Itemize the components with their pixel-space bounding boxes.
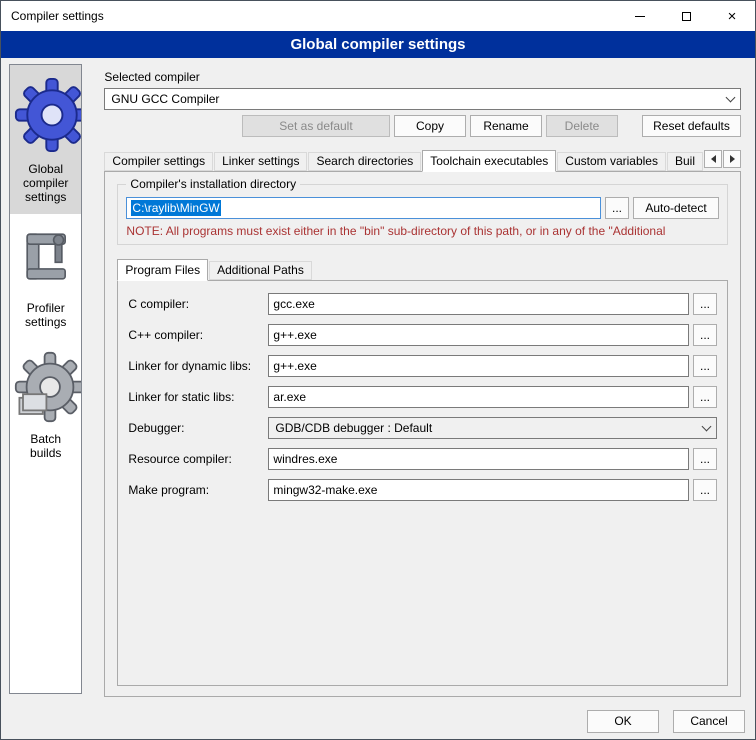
browse-button[interactable]: ... [693,355,717,377]
debugger-value: GDB/CDB debugger : Default [275,421,432,435]
autodetect-button[interactable]: Auto-detect [633,197,719,219]
gray-gear-icon [14,351,82,423]
tab-search-directories[interactable]: Search directories [308,152,421,171]
minimize-icon [635,16,645,17]
c-compiler-input[interactable] [268,293,689,315]
selected-compiler-dropdown[interactable]: GNU GCC Compiler [104,88,741,110]
copy-button[interactable]: Copy [394,115,466,137]
installation-directory-groupbox: Compiler's installation directory C:\ray… [117,184,728,245]
form-row-debugger: Debugger: GDB/CDB debugger : Default [128,417,717,439]
tab-linker-settings[interactable]: Linker settings [214,152,307,171]
maximize-button[interactable] [663,1,709,31]
minimize-button[interactable] [617,1,663,31]
cpp-compiler-input[interactable] [268,324,689,346]
arrow-left-icon [711,155,716,163]
form-row-linker-static: Linker for static libs: ... [128,386,717,408]
sidebar-item-label: Global compiler settings [14,162,77,204]
form-row-linker-dynamic: Linker for dynamic libs: ... [128,355,717,377]
toolchain-executables-pane: Compiler's installation directory C:\ray… [104,171,741,697]
subtab-program-files[interactable]: Program Files [117,259,208,281]
resource-compiler-label: Resource compiler: [128,452,268,466]
browse-button[interactable]: ... [693,479,717,501]
settings-sidebar: Global compiler settings Profiler settin… [9,64,82,694]
page-title: Global compiler settings [1,31,755,58]
compiler-settings-window: Compiler settings × Global compiler sett… [0,0,756,740]
resource-compiler-input[interactable] [268,448,689,470]
rename-button[interactable]: Rename [470,115,542,137]
titlebar: Compiler settings × [1,1,755,31]
selected-compiler-label: Selected compiler [104,70,741,84]
browse-button[interactable]: ... [693,448,717,470]
install-dir-value: C:\raylib\MinGW [131,200,220,216]
c-compiler-label: C compiler: [128,297,268,311]
program-files-tabs: Program Files Additional Paths [117,259,728,280]
browse-install-dir-button[interactable]: ... [605,197,629,219]
form-row-c-compiler: C compiler: ... [128,293,717,315]
make-program-label: Make program: [128,483,268,497]
form-row-cpp-compiler: C++ compiler: ... [128,324,717,346]
linker-static-label: Linker for static libs: [128,390,268,404]
debugger-dropdown[interactable]: GDB/CDB debugger : Default [268,417,717,439]
chevron-down-icon [720,89,740,109]
chevron-down-icon [696,418,716,438]
tab-scroll-left-button[interactable] [704,150,722,168]
form-row-resource-compiler: Resource compiler: ... [128,448,717,470]
subtab-additional-paths[interactable]: Additional Paths [209,261,312,280]
maximize-icon [682,12,691,21]
compiler-tabs: Compiler settings Linker settings Search… [104,149,741,171]
selected-compiler-value: GNU GCC Compiler [111,92,219,106]
sidebar-item-global-compiler-settings[interactable]: Global compiler settings [10,65,81,214]
form-row-make-program: Make program: ... [128,479,717,501]
tab-scroll-right-button[interactable] [723,150,741,168]
tab-toolchain-executables[interactable]: Toolchain executables [422,150,556,172]
delete-button[interactable]: Delete [546,115,618,137]
browse-button[interactable]: ... [693,324,717,346]
ok-button[interactable]: OK [587,710,659,733]
close-button[interactable]: × [709,1,755,31]
sidebar-item-label: Profiler settings [14,301,77,329]
close-icon: × [728,9,737,24]
dialog-footer: OK Cancel [1,703,755,739]
browse-button[interactable]: ... [693,293,717,315]
note-text: NOTE: All programs must exist either in … [126,224,719,238]
linker-dynamic-label: Linker for dynamic libs: [128,359,268,373]
window-title: Compiler settings [1,9,104,23]
browse-button[interactable]: ... [693,386,717,408]
tab-custom-variables[interactable]: Custom variables [557,152,666,171]
reset-defaults-button[interactable]: Reset defaults [642,115,741,137]
make-program-input[interactable] [268,479,689,501]
sidebar-item-profiler-settings[interactable]: Profiler settings [10,214,81,339]
linker-dynamic-input[interactable] [268,355,689,377]
install-dir-input[interactable]: C:\raylib\MinGW [126,197,601,219]
program-files-pane: C compiler: ... C++ compiler: ... [117,280,728,686]
cancel-button[interactable]: Cancel [673,710,745,733]
blue-gear-icon [14,77,82,153]
cpp-compiler-label: C++ compiler: [128,328,268,342]
set-as-default-button[interactable]: Set as default [242,115,390,137]
sidebar-item-label: Batch builds [14,432,77,460]
sidebar-item-batch-builds[interactable]: Batch builds [10,339,81,470]
linker-static-input[interactable] [268,386,689,408]
debugger-label: Debugger: [128,421,268,435]
tab-build-truncated[interactable]: Buil [667,152,703,171]
arrow-right-icon [730,155,735,163]
clamp-icon [14,226,80,292]
installation-directory-label: Compiler's installation directory [126,177,300,191]
tab-compiler-settings[interactable]: Compiler settings [104,152,213,171]
